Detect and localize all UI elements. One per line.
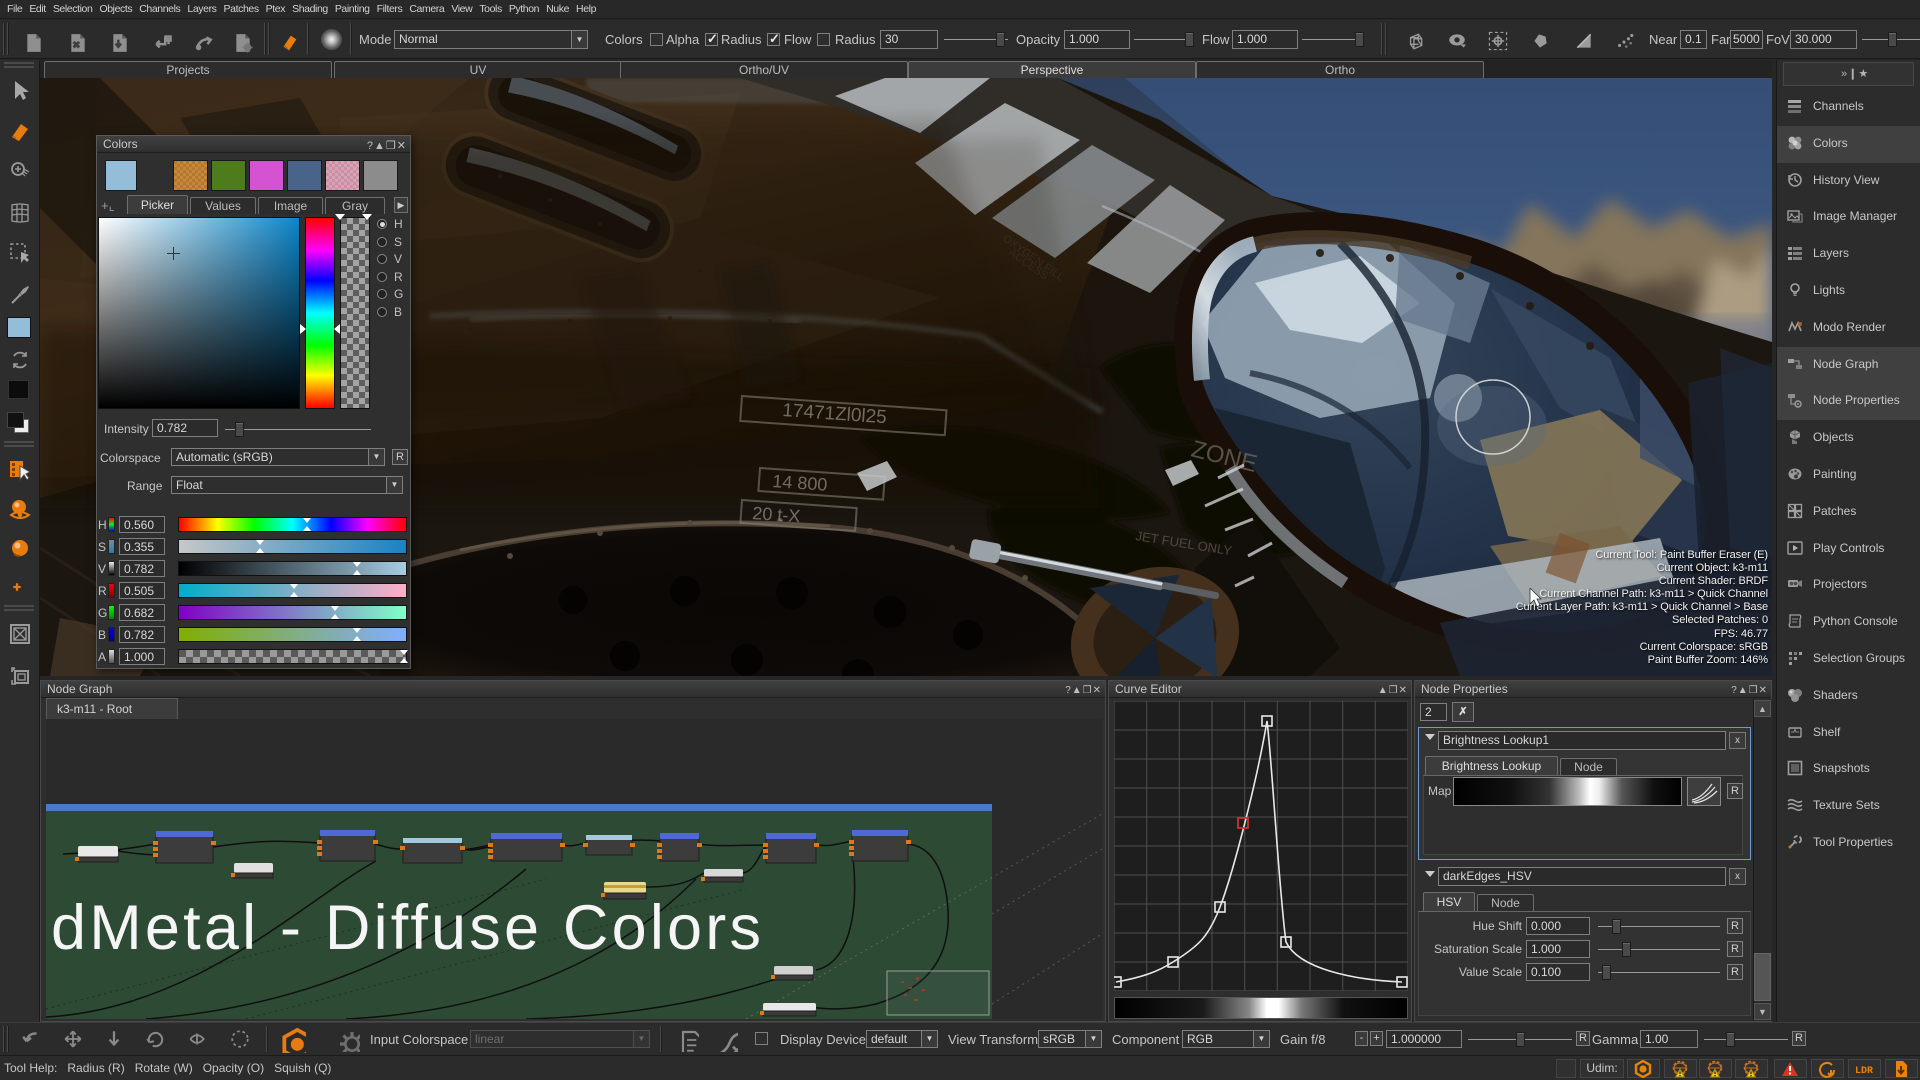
- svg-text:14 800: 14 800: [772, 471, 828, 495]
- svg-text:20 t-X: 20 t-X: [752, 503, 801, 526]
- svg-text:dMetal - Diffuse Colors: dMetal - Diffuse Colors: [51, 893, 764, 963]
- svg-text:LDR: LDR: [1855, 1066, 1873, 1077]
